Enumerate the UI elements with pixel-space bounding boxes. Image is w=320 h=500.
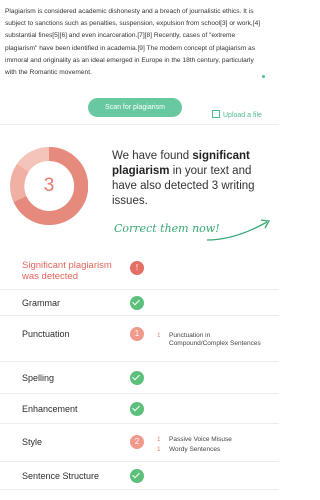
issue-text: Punctuation in Compound/Complex Sentence… [169,332,261,347]
result-label: Grammar [22,298,60,308]
check-icon [130,371,144,385]
issue-count-badge: 2 [130,435,144,449]
result-row-spelling[interactable]: Spelling [0,362,279,394]
issue-text: Passive Voice Misuse [169,436,232,443]
issue-count: 1 [157,332,161,339]
result-row-style[interactable]: Style 2 1 Passive Voice Misuse 1 Wordy S… [0,424,279,462]
check-icon [130,469,144,483]
status-dot [262,75,265,78]
summary-headline: We have found significant plagiarism in … [112,149,272,209]
issue-count: 3 [43,175,55,196]
text-input-area[interactable]: Plagiarism is considered academic dishon… [0,0,279,84]
check-icon [130,402,144,416]
alert-icon: ! [130,261,144,275]
result-row-plagiarism[interactable]: Significant plagiarism was detected ! [0,254,279,290]
result-label: Significant plagiarism was detected [22,260,112,282]
upload-label: Upload a file [223,112,262,119]
result-label: Punctuation [22,329,70,339]
scan-for-plagiarism-button[interactable]: Scan for plagiarism [88,98,182,117]
result-label: Enhancement [22,404,78,414]
result-label: Spelling [22,373,55,383]
result-row-enhancement[interactable]: Enhancement [0,394,279,424]
result-row-punctuation[interactable]: Punctuation 1 1 Punctuation in Compound/… [0,316,279,362]
issue-count: 1 [157,436,161,443]
check-icon [130,296,144,310]
issue-text: Wordy Sentences [169,446,221,453]
divider [0,124,279,125]
result-row-grammar[interactable]: Grammar [0,290,279,316]
article-text: Plagiarism is considered academic dishon… [5,8,261,77]
result-label: Style [22,437,43,447]
upload-icon [212,110,220,118]
correct-them-link[interactable]: Correct them now! [114,222,220,235]
arrow-icon [206,219,271,241]
issue-count-badge: 1 [130,327,144,341]
headline-pre: We have found [112,150,190,162]
issue-count: 1 [157,446,161,453]
upload-file-link[interactable]: Upload a file [212,110,262,119]
result-label: Sentence Structure [22,471,100,481]
result-row-sentence-structure[interactable]: Sentence Structure [0,462,279,490]
